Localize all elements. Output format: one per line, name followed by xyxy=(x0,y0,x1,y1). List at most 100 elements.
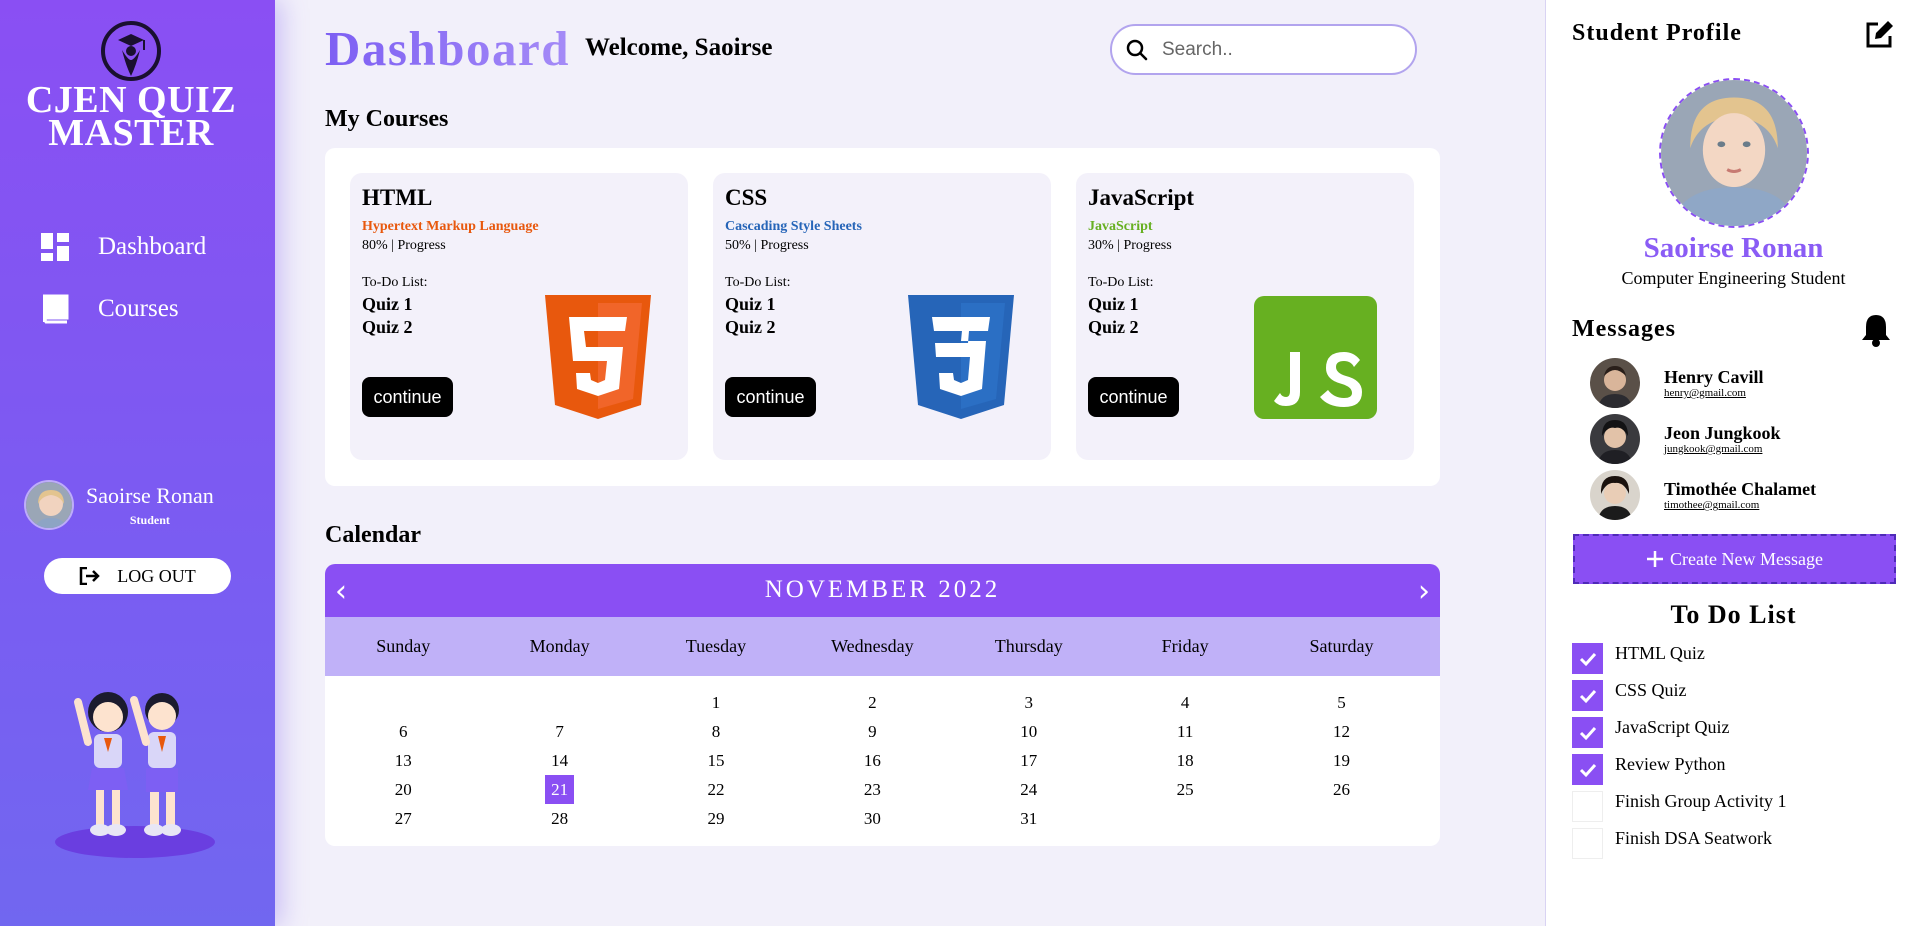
calendar-day[interactable]: 12 xyxy=(1263,717,1419,746)
calendar-next-button[interactable]: › xyxy=(1418,574,1430,609)
calendar-day xyxy=(1263,804,1419,833)
todo-checkbox[interactable] xyxy=(1572,643,1603,674)
logout-button[interactable]: LOG OUT xyxy=(44,558,231,594)
calendar-day[interactable]: 28 xyxy=(481,804,637,833)
page-title: Dashboard xyxy=(325,21,570,76)
continue-button[interactable]: continue xyxy=(362,377,453,417)
calendar-day[interactable]: 1 xyxy=(638,688,794,717)
calendar-day[interactable]: 10 xyxy=(951,717,1107,746)
calendar-day[interactable]: 9 xyxy=(794,717,950,746)
search-input[interactable] xyxy=(1162,38,1382,61)
course-quiz[interactable]: Quiz 2 xyxy=(725,317,776,338)
message-email[interactable]: henry@gmail.com xyxy=(1664,387,1764,399)
continue-button[interactable]: continue xyxy=(1088,377,1179,417)
check-icon xyxy=(1579,726,1596,740)
continue-button[interactable]: continue xyxy=(725,377,816,417)
calendar-day[interactable]: 2 xyxy=(794,688,950,717)
calendar: ‹ NOVEMBER 2022 › Sunday Monday Tuesday … xyxy=(325,564,1440,846)
sidebar-item-courses[interactable]: Courses xyxy=(40,294,179,324)
weekday-label: Tuesday xyxy=(685,636,747,656)
course-subtitle: Cascading Style Sheets xyxy=(725,219,862,234)
calendar-day[interactable]: 16 xyxy=(794,746,950,775)
profile-avatar xyxy=(1659,78,1809,228)
html5-logo-icon xyxy=(545,295,651,419)
main-content: Dashboard Welcome, Saoirse My Courses HT… xyxy=(275,0,1545,926)
calendar-day[interactable]: 22 xyxy=(638,775,794,804)
calendar-day[interactable]: 29 xyxy=(638,804,794,833)
course-todo-label: To-Do List: xyxy=(362,275,428,290)
todo-checkbox[interactable] xyxy=(1572,791,1603,822)
avatar xyxy=(24,480,74,530)
sidebar-item-dashboard[interactable]: Dashboard xyxy=(40,232,206,262)
calendar-month: NOVEMBER 2022 xyxy=(764,576,1001,603)
weekday-label: Monday xyxy=(529,636,590,656)
edit-icon[interactable] xyxy=(1864,20,1894,50)
calendar-day-today[interactable]: 21 xyxy=(481,775,637,804)
courses-panel: HTML Hypertext Markup Language 80% | Pro… xyxy=(325,148,1440,486)
calendar-day[interactable]: 25 xyxy=(1107,775,1263,804)
message-email[interactable]: jungkook@gmail.com xyxy=(1664,443,1781,455)
calendar-day[interactable]: 4 xyxy=(1107,688,1263,717)
calendar-day[interactable]: 26 xyxy=(1263,775,1419,804)
todo-label: HTML Quiz xyxy=(1615,643,1705,663)
course-quiz[interactable]: Quiz 1 xyxy=(362,294,413,315)
todo-label: CSS Quiz xyxy=(1615,680,1687,700)
calendar-day[interactable]: 24 xyxy=(951,775,1107,804)
todo-checkbox[interactable] xyxy=(1572,680,1603,711)
message-item[interactable]: Timothée Chalamet timothee@gmail.com xyxy=(1590,470,1816,520)
course-card-html: HTML Hypertext Markup Language 80% | Pro… xyxy=(350,173,688,460)
my-courses-title: My Courses xyxy=(325,106,449,132)
todo-item[interactable]: Review Python xyxy=(1572,754,1726,785)
calendar-day[interactable]: 27 xyxy=(325,804,481,833)
calendar-day[interactable]: 13 xyxy=(325,746,481,775)
course-title: JavaScript xyxy=(1088,185,1195,210)
todo-item[interactable]: HTML Quiz xyxy=(1572,643,1705,674)
calendar-day[interactable]: 19 xyxy=(1263,746,1419,775)
calendar-day[interactable]: 31 xyxy=(951,804,1107,833)
check-icon xyxy=(1579,763,1596,777)
create-new-message-label: Create New Message xyxy=(1670,548,1823,569)
course-quiz[interactable]: Quiz 2 xyxy=(362,317,413,338)
bell-icon[interactable] xyxy=(1860,313,1892,347)
message-sender: Timothée Chalamet xyxy=(1664,479,1817,499)
calendar-day[interactable]: 30 xyxy=(794,804,950,833)
profile-panel: Student Profile Saoirse Ronan Computer E… xyxy=(1545,0,1920,926)
todo-item[interactable]: Finish Group Activity 1 xyxy=(1572,791,1787,822)
calendar-day[interactable]: 3 xyxy=(951,688,1107,717)
course-quiz[interactable]: Quiz 2 xyxy=(1088,317,1139,338)
todo-checkbox[interactable] xyxy=(1572,828,1603,859)
course-quiz[interactable]: Quiz 1 xyxy=(1088,294,1139,315)
message-item[interactable]: Henry Cavill henry@gmail.com xyxy=(1590,358,1764,408)
todo-checkbox[interactable] xyxy=(1572,754,1603,785)
sidebar-item-label: Courses xyxy=(98,295,179,322)
calendar-day[interactable]: 18 xyxy=(1107,746,1263,775)
course-todo-label: To-Do List: xyxy=(1088,275,1154,290)
calendar-day[interactable]: 14 xyxy=(481,746,637,775)
message-item[interactable]: Jeon Jungkook jungkook@gmail.com xyxy=(1590,414,1781,464)
calendar-day[interactable]: 20 xyxy=(325,775,481,804)
profile-title: Student Profile xyxy=(1572,20,1742,46)
course-progress: 30% | Progress xyxy=(1088,238,1172,253)
todo-item[interactable]: CSS Quiz xyxy=(1572,680,1687,711)
todo-checkbox[interactable] xyxy=(1572,717,1603,748)
todo-item[interactable]: JavaScript Quiz xyxy=(1572,717,1729,748)
calendar-day[interactable]: 11 xyxy=(1107,717,1263,746)
create-new-message-button[interactable]: Create New Message xyxy=(1573,534,1896,584)
calendar-day[interactable]: 8 xyxy=(638,717,794,746)
calendar-day[interactable]: 7 xyxy=(481,717,637,746)
calendar-week: 6 7 8 9 10 11 12 xyxy=(325,717,1440,746)
message-email[interactable]: timothee@gmail.com xyxy=(1664,499,1816,511)
avatar xyxy=(1590,414,1640,464)
calendar-day[interactable]: 23 xyxy=(794,775,950,804)
logout-label: LOG OUT xyxy=(117,565,196,586)
course-quiz[interactable]: Quiz 1 xyxy=(725,294,776,315)
logout-icon xyxy=(80,567,101,585)
calendar-day[interactable]: 17 xyxy=(951,746,1107,775)
calendar-day[interactable]: 5 xyxy=(1263,688,1419,717)
calendar-day[interactable]: 6 xyxy=(325,717,481,746)
sidebar-user-name: Saoirse Ronan xyxy=(86,482,214,508)
plus-icon xyxy=(1647,551,1664,567)
todo-item[interactable]: Finish DSA Seatwork xyxy=(1572,828,1772,859)
calendar-day[interactable]: 15 xyxy=(638,746,794,775)
calendar-week: 27 28 29 30 31 xyxy=(325,804,1440,833)
